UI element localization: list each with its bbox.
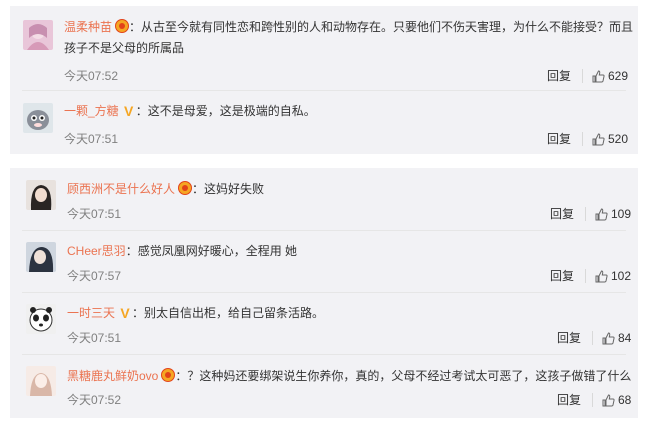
reply-button[interactable]: 回复 [547,68,571,84]
comment-text: ？这种妈还要绑架说生你养你，真的，父母不经过考试太可恶了，这孩子做错了什么 [187,369,632,383]
thumb-up-icon [602,332,615,345]
comment-text: 这不是母爱，这是极端的自私。 [147,104,316,118]
divider [585,207,586,221]
like-button[interactable]: 629 [592,68,628,84]
reply-button[interactable]: 回复 [550,206,574,222]
reply-button[interactable]: 回复 [557,330,581,346]
avatar[interactable] [26,304,56,334]
like-button[interactable]: 84 [602,330,631,346]
reply-button[interactable]: 回复 [557,392,581,408]
avatar[interactable] [26,366,56,396]
username-link[interactable]: CHeer思羽 [67,244,126,258]
comment-item: 黑糖鹿丸鲜奶ovo ：？这种妈还要绑架说生你养你，真的，父母不经过考试太可恶了，这… [10,354,638,418]
divider [592,331,593,345]
avatar[interactable] [26,180,56,210]
username-link[interactable]: 温柔种苗 [64,20,112,34]
avatar[interactable] [23,103,53,133]
like-count: 102 [611,269,632,283]
comment-panel-bottom: 顾西洲不是什么好人 ：这妈好失败 今天07:51 回复 109 CHeer思羽：感… [10,168,638,418]
comment-text: 这妈好失败 [204,182,265,196]
reply-button[interactable]: 回复 [547,131,571,147]
emoji-badge-icon [161,368,176,382]
comment-item: 顾西洲不是什么好人 ：这妈好失败 今天07:51 回复 109 [10,168,638,230]
like-button[interactable]: 520 [592,131,628,147]
comment-time: 今天07:57 [67,269,122,283]
comment-text-cont: 孩子不是父母的所属品 [64,41,185,55]
emoji-badge-icon [115,19,130,33]
avatar[interactable] [23,20,53,50]
username-link[interactable]: 顾西洲不是什么好人 [67,182,175,196]
username-link[interactable]: 一颗_方糖 [64,104,119,118]
comment-item: CHeer思羽：感觉凤凰网好暖心，全程用 她 今天07:57 回复 102 [10,230,638,292]
divider [585,269,586,283]
vip-v-icon: V [120,305,130,321]
vip-v-icon: V [124,103,134,119]
like-button[interactable]: 109 [595,206,631,222]
thumb-up-icon [592,133,605,146]
comment-item: 温柔种苗 ：从古至今就有同性恋和跨性别的人和动物存在。只要他们不伤天害理，为什么不… [10,6,638,90]
comment-item: 一颗_方糖 V ：这不是母爱，这是极端的自私。 今天07:51 回复 520 [10,90,638,154]
comment-text: 从古至今就有同性恋和跨性别的人和动物存在。只要他们不伤天害理，为什么不能接受？而… [141,20,634,34]
like-button[interactable]: 102 [595,268,631,284]
like-count: 68 [618,393,632,407]
username-link[interactable]: 黑糖鹿丸鲜奶ovo [67,369,158,383]
like-count: 629 [608,69,629,83]
divider [582,132,583,146]
reply-button[interactable]: 回复 [550,268,574,284]
like-count: 520 [608,132,629,146]
comment-time: 今天07:52 [67,393,122,407]
avatar[interactable] [26,242,56,272]
like-count: 84 [618,331,632,345]
divider [582,69,583,83]
comment-text: 别太自信出柜，给自己留条活路。 [144,306,325,320]
comment-panel-top: 温柔种苗 ：从古至今就有同性恋和跨性别的人和动物存在。只要他们不伤天害理，为什么不… [10,6,638,154]
comment-time: 今天07:51 [67,331,122,345]
thumb-up-icon [595,270,608,283]
comment-text: 感觉凤凰网好暖心，全程用 她 [137,244,298,258]
thumb-up-icon [595,208,608,221]
divider [592,393,593,407]
comment-time: 今天07:51 [67,207,122,221]
thumb-up-icon [592,70,605,83]
comment-item: 一时三天 V ：别太自信出柜，给自己留条活路。 今天07:51 回复 84 [10,292,638,354]
like-button[interactable]: 68 [602,392,631,408]
comment-time: 今天07:52 [64,69,119,83]
thumb-up-icon [602,394,615,407]
emoji-badge-icon [178,181,193,195]
comment-time: 今天07:51 [64,132,119,146]
like-count: 109 [611,207,632,221]
username-link[interactable]: 一时三天 [67,306,115,320]
